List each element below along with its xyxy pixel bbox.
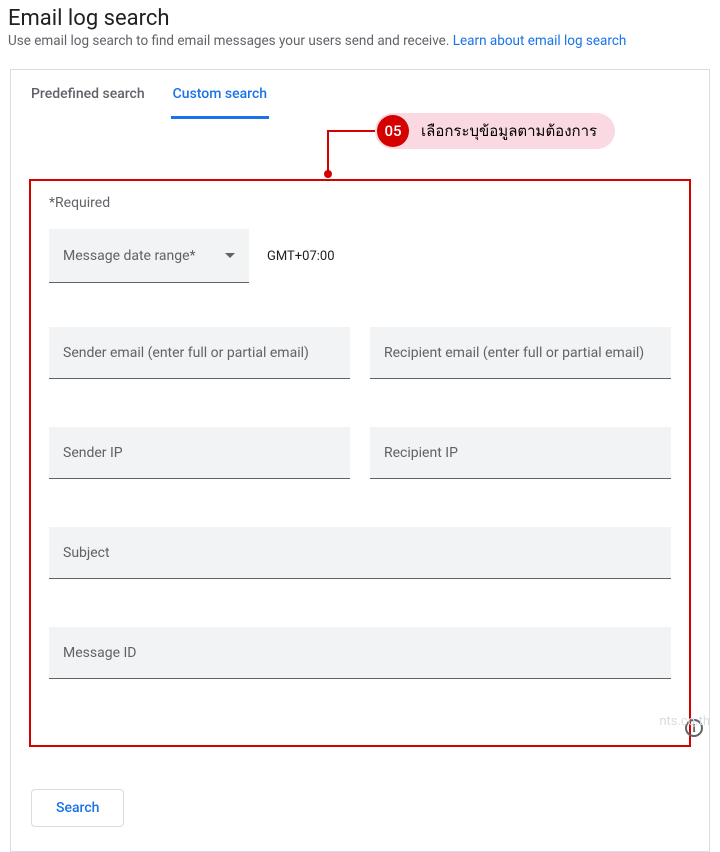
learn-more-link[interactable]: Learn about email log search (453, 33, 627, 49)
recipient-email-field[interactable] (370, 327, 671, 379)
callout-text: เลือกระบุข้อมูลตามต้องการ (421, 119, 597, 143)
callout-connector-v (327, 130, 329, 174)
timezone-label: GMT+07:00 (267, 249, 335, 264)
sender-email-field[interactable] (49, 327, 350, 379)
search-card: Predefined search Custom search 05 เลือก… (10, 69, 710, 852)
tab-custom-search[interactable]: Custom search (171, 86, 269, 119)
form-area: *Required Message date range* GMT+07:00 … (29, 179, 691, 747)
required-label: *Required (49, 195, 671, 211)
callout-connector-dot (324, 170, 332, 178)
page-title: Email log search (8, 6, 712, 31)
callout-step-number: 05 (377, 115, 409, 147)
callout-connector-h (328, 130, 375, 132)
callout-annotation: 05 เลือกระบุข้อมูลตามต้องการ (11, 119, 709, 179)
tab-predefined-search[interactable]: Predefined search (29, 86, 147, 119)
date-select-label: Message date range* (63, 248, 196, 264)
recipient-ip-field[interactable] (370, 427, 671, 479)
watermark: nts.co.th (659, 714, 710, 729)
subject-field[interactable] (49, 527, 671, 579)
sender-ip-field[interactable] (49, 427, 350, 479)
callout-pill: 05 เลือกระบุข้อมูลตามต้องการ (375, 113, 615, 149)
page-subtitle: Use email log search to find email messa… (8, 33, 712, 49)
message-date-range-select[interactable]: Message date range* (49, 229, 249, 283)
message-id-field[interactable] (49, 627, 671, 679)
chevron-down-icon (225, 253, 235, 258)
search-button[interactable]: Search (31, 789, 124, 827)
subtitle-text: Use email log search to find email messa… (8, 33, 453, 49)
tabs: Predefined search Custom search (11, 70, 709, 119)
card-footer: Search (11, 771, 709, 851)
